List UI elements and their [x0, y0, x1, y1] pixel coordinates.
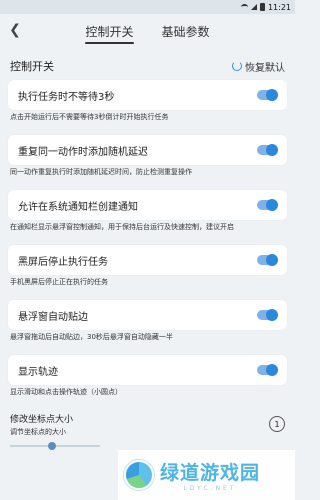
tab-basic-params[interactable]: 基础参数	[158, 14, 214, 48]
setting-description: 同一动作重复执行时添加随机延迟时间，防止检测重复操作	[10, 168, 192, 176]
battery-icon	[259, 3, 265, 11]
setting-description: 手机黑屏后停止正在执行的任务	[10, 278, 108, 286]
toggle-switch[interactable]	[257, 199, 278, 211]
toggle-switch[interactable]	[257, 309, 278, 321]
setting-description: 点击开始运行后不需要等待3秒倒计时开始执行任务	[10, 113, 169, 121]
watermark-title: 绿道游戏园	[160, 462, 261, 484]
slider-title: 修改坐标点大小	[10, 415, 74, 425]
status-bar: 11:21	[0, 0, 295, 14]
toggle-switch[interactable]	[257, 144, 278, 156]
watermark-domain: LDYC.NET	[183, 485, 237, 492]
watermark-text: 绿道游戏园 LDYC.NET	[160, 458, 260, 492]
setting-label: 显示轨迹	[18, 366, 58, 378]
point-size-setting: 修改坐标点大小 调节坐标点的大小 1	[0, 412, 295, 450]
setting-row-notification: 允许在系统通知栏创建通知	[8, 190, 287, 220]
slider-description: 调节坐标点的大小	[10, 428, 66, 436]
reset-label: 恢复默认	[245, 62, 285, 74]
toggle-switch[interactable]	[257, 254, 278, 266]
setting-description: 悬浮窗拖动后自动贴边，30秒后悬浮窗自动隐藏一半	[10, 333, 173, 341]
setting-row-float-snap: 悬浮窗自动贴边	[8, 300, 287, 330]
refresh-icon	[232, 61, 242, 71]
site-watermark: 绿道游戏园 LDYC.NET	[118, 450, 295, 500]
setting-label: 悬浮窗自动贴边	[18, 311, 88, 323]
point-size-slider[interactable]	[10, 442, 100, 450]
section-title: 控制开关	[10, 60, 54, 73]
setting-row-black-screen-stop: 黑屏后停止执行任务	[8, 245, 287, 275]
setting-label: 黑屏后停止执行任务	[18, 256, 108, 268]
setting-label: 允许在系统通知栏创建通知	[18, 201, 138, 213]
section-header: 控制开关 恢复默认	[0, 52, 295, 80]
setting-label: 执行任务时不等待3秒	[18, 91, 115, 103]
signal-icon	[250, 4, 257, 10]
toggle-switch[interactable]	[257, 364, 278, 376]
settings-list: 执行任务时不等待3秒 点击开始运行后不需要等待3秒倒计时开始执行任务 重复同一动…	[0, 80, 295, 410]
toggle-switch[interactable]	[257, 89, 278, 101]
tab-bar: 控制开关 基础参数	[0, 14, 295, 48]
reset-defaults-button[interactable]: 恢复默认	[232, 59, 285, 74]
setting-row-random-delay: 重复同一动作时添加随机延迟	[8, 135, 287, 165]
setting-label: 重复同一动作时添加随机延迟	[18, 146, 148, 158]
slider-value: 1	[269, 416, 285, 432]
wifi-icon	[240, 4, 248, 10]
setting-description: 在通知栏显示悬浮窗控制通知，用于保持后台运行及快速控制，建议开启	[10, 223, 234, 231]
header: ❮ 控制开关 基础参数	[0, 14, 295, 48]
watermark-logo-icon	[124, 460, 154, 490]
setting-description: 显示滑动和点击操作轨迹（小圆点）	[10, 388, 122, 396]
status-time: 11:21	[267, 2, 291, 12]
tab-label: 控制开关	[85, 24, 134, 39]
tab-label: 基础参数	[161, 24, 210, 39]
setting-row-no-wait: 执行任务时不等待3秒	[8, 80, 287, 110]
tab-control-switches[interactable]: 控制开关	[81, 14, 137, 48]
slider-handle[interactable]	[48, 442, 57, 450]
setting-row-show-trail: 显示轨迹	[8, 355, 287, 385]
